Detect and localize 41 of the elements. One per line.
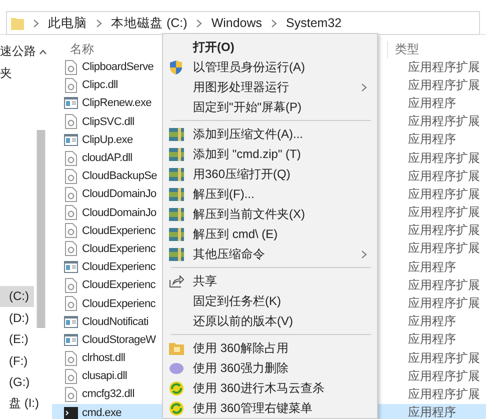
file-name: ClipboardServe xyxy=(82,61,154,74)
file-name: CloudStorageW xyxy=(82,334,156,346)
file-type: 应用程序扩展 xyxy=(407,295,480,312)
file-name: ClipSVC.dll xyxy=(82,116,134,128)
file-type: 应用程序 xyxy=(407,331,456,348)
file-name: cmd.exe xyxy=(82,406,122,419)
file-name: CloudExperienc xyxy=(82,298,156,310)
file-type: 应用程序 xyxy=(407,404,456,419)
file-type: 应用程序扩展 xyxy=(407,386,480,403)
file-name: CloudExperienc xyxy=(82,279,156,292)
file-name: CloudExperienc xyxy=(82,261,156,274)
file-name: ClipUp.exe xyxy=(82,134,133,146)
file-name: clusapi.dll xyxy=(82,370,128,382)
file-name: CloudNotificati xyxy=(82,316,148,328)
file-type: 应用程序 xyxy=(407,313,456,330)
nav-label: 速公路 xyxy=(0,43,36,60)
file-type: 应用程序扩展 xyxy=(407,113,480,130)
file-type: 应用程序扩展 xyxy=(407,222,480,240)
file-name: Clipc.dll xyxy=(82,79,118,92)
file-type: 应用程序 xyxy=(407,258,456,276)
file-name: clrhost.dll xyxy=(82,352,126,364)
file-name: cloudAP.dll xyxy=(82,152,132,164)
file-type: 应用程序 xyxy=(407,131,456,148)
file-name: CloudBackupSe xyxy=(82,170,157,182)
file-type: 应用程序扩展 xyxy=(407,186,480,203)
file-type: 应用程序扩展 xyxy=(407,76,480,94)
file-name: CloudDomainJo xyxy=(82,188,156,200)
file-name: CloudDomainJo xyxy=(82,206,156,219)
file-type: 应用程序扩展 xyxy=(407,350,480,367)
file-name: CloudExperienc xyxy=(82,224,156,237)
file-name: CloudExperienc xyxy=(82,242,156,255)
file-type: 应用程序扩展 xyxy=(407,240,480,258)
file-type: 应用程序 xyxy=(407,94,456,112)
file-type: 应用程序扩展 xyxy=(407,204,480,222)
file-type: 应用程序扩展 xyxy=(407,58,480,76)
file-type: 应用程序扩展 xyxy=(407,368,480,385)
file-type: 应用程序扩展 xyxy=(407,150,480,167)
file-type: 应用程序扩展 xyxy=(407,276,480,294)
file-type: 应用程序扩展 xyxy=(407,168,480,185)
file-name: cmcfg32.dll xyxy=(82,388,134,400)
file-name: ClipRenew.exe xyxy=(82,97,152,110)
